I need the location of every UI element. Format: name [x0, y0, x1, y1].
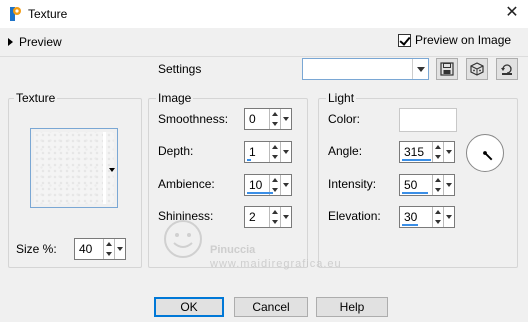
preview-on-image-checkbox[interactable]: Preview on Image — [398, 33, 511, 47]
preview-expander[interactable]: Preview — [8, 34, 62, 50]
spin-up-icon[interactable] — [433, 142, 443, 152]
smoothness-label: Smoothness: — [158, 112, 229, 126]
expand-triangle-icon — [8, 38, 13, 46]
texture-group-label: Texture — [14, 91, 58, 105]
slider-dropdown-icon[interactable] — [443, 142, 454, 162]
slider-dropdown-icon[interactable] — [280, 142, 291, 162]
elevation-value: 30 — [404, 210, 418, 224]
preview-label: Preview — [19, 35, 62, 49]
intensity-label: Intensity: — [328, 177, 377, 191]
cancel-button[interactable]: Cancel — [234, 297, 308, 317]
spin-up-icon[interactable] — [270, 207, 280, 217]
ambience-value: 10 — [249, 178, 263, 192]
randomize-button[interactable] — [466, 58, 488, 80]
watermark-logo-icon — [164, 220, 202, 258]
spin-up-icon[interactable] — [433, 175, 443, 185]
window-title: Texture — [28, 7, 68, 21]
texture-preview — [34, 132, 114, 204]
spin-down-icon[interactable] — [433, 217, 443, 227]
preview-on-image-label: Preview on Image — [415, 33, 512, 47]
elevation-slider-fill — [402, 224, 418, 226]
slider-dropdown-icon[interactable] — [280, 109, 291, 129]
spin-up-icon[interactable] — [270, 175, 280, 185]
depth-label: Depth: — [158, 144, 194, 158]
slider-dropdown-icon[interactable] — [443, 207, 454, 227]
slider-dropdown-icon[interactable] — [280, 175, 291, 195]
ambience-label: Ambience: — [158, 177, 215, 191]
divider — [0, 56, 528, 57]
chevron-down-icon[interactable] — [109, 168, 115, 172]
intensity-spinner[interactable]: 50 — [399, 174, 455, 196]
watermark: Pinuccia www.maidiregrafica.eu — [158, 214, 341, 270]
preset-dice-icon — [470, 62, 484, 76]
close-icon[interactable]: ✕ — [500, 2, 524, 26]
light-color-swatch[interactable] — [399, 108, 457, 132]
color-label: Color: — [328, 112, 361, 126]
smoothness-value: 0 — [249, 112, 256, 126]
image-group-label: Image — [156, 91, 194, 105]
save-preset-icon — [440, 62, 454, 76]
spin-up-icon[interactable] — [270, 109, 280, 119]
depth-slider-fill — [247, 159, 251, 161]
angle-dial[interactable] — [466, 134, 504, 172]
spin-up-icon[interactable] — [270, 142, 280, 152]
elevation-spinner[interactable]: 30 — [399, 206, 455, 228]
angle-label: Angle: — [328, 144, 363, 158]
save-preset-button[interactable] — [436, 58, 458, 80]
ok-button[interactable]: OK — [154, 297, 224, 317]
spin-up-icon[interactable] — [104, 239, 114, 249]
spin-down-icon[interactable] — [270, 119, 280, 129]
reset-icon — [501, 64, 512, 75]
shininess-spinner[interactable]: 2 — [244, 206, 292, 228]
angle-value: 315 — [404, 145, 425, 159]
spin-down-icon[interactable] — [104, 249, 114, 259]
reset-button[interactable] — [496, 58, 518, 80]
elevation-label: Elevation: — [328, 209, 381, 223]
smoothness-spinner[interactable]: 0 — [244, 108, 292, 130]
chevron-down-icon[interactable] — [412, 59, 428, 79]
spin-up-icon[interactable] — [433, 207, 443, 217]
watermark-url: www.maidiregrafica.eu — [210, 258, 342, 270]
ambience-spinner[interactable]: 10 — [244, 174, 292, 196]
angle-spinner[interactable]: 315 — [399, 141, 455, 163]
depth-spinner[interactable]: 1 — [244, 141, 292, 163]
light-direction-icon — [483, 151, 493, 161]
title-bar — [0, 0, 528, 28]
light-group-label: Light — [326, 91, 357, 105]
texture-swatch[interactable] — [30, 128, 118, 208]
slider-dropdown-icon[interactable] — [443, 175, 454, 195]
intensity-value: 50 — [404, 178, 418, 192]
size-label: Size %: — [16, 242, 57, 256]
settings-preset-dropdown[interactable] — [302, 58, 429, 80]
spin-down-icon[interactable] — [270, 217, 280, 227]
spin-down-icon[interactable] — [433, 152, 443, 162]
slider-dropdown-icon[interactable] — [280, 207, 291, 227]
ambience-slider-fill — [247, 192, 273, 194]
watermark-name: Pinuccia — [210, 244, 256, 256]
intensity-slider-fill — [402, 192, 428, 194]
paint-shop-pro-app-icon — [8, 6, 24, 22]
size-value: 40 — [79, 242, 93, 256]
spin-down-icon[interactable] — [433, 185, 443, 195]
settings-label: Settings — [158, 62, 202, 76]
texture-highlight — [103, 132, 106, 204]
help-button[interactable]: Help — [316, 297, 388, 317]
depth-value: 1 — [249, 145, 256, 159]
spin-down-icon[interactable] — [270, 152, 280, 162]
checkbox-checked-icon[interactable] — [398, 33, 411, 47]
slider-dropdown-icon[interactable] — [114, 239, 125, 259]
angle-slider-fill — [402, 159, 431, 161]
size-spinner[interactable]: 40 — [74, 238, 126, 260]
shininess-value: 2 — [249, 210, 256, 224]
